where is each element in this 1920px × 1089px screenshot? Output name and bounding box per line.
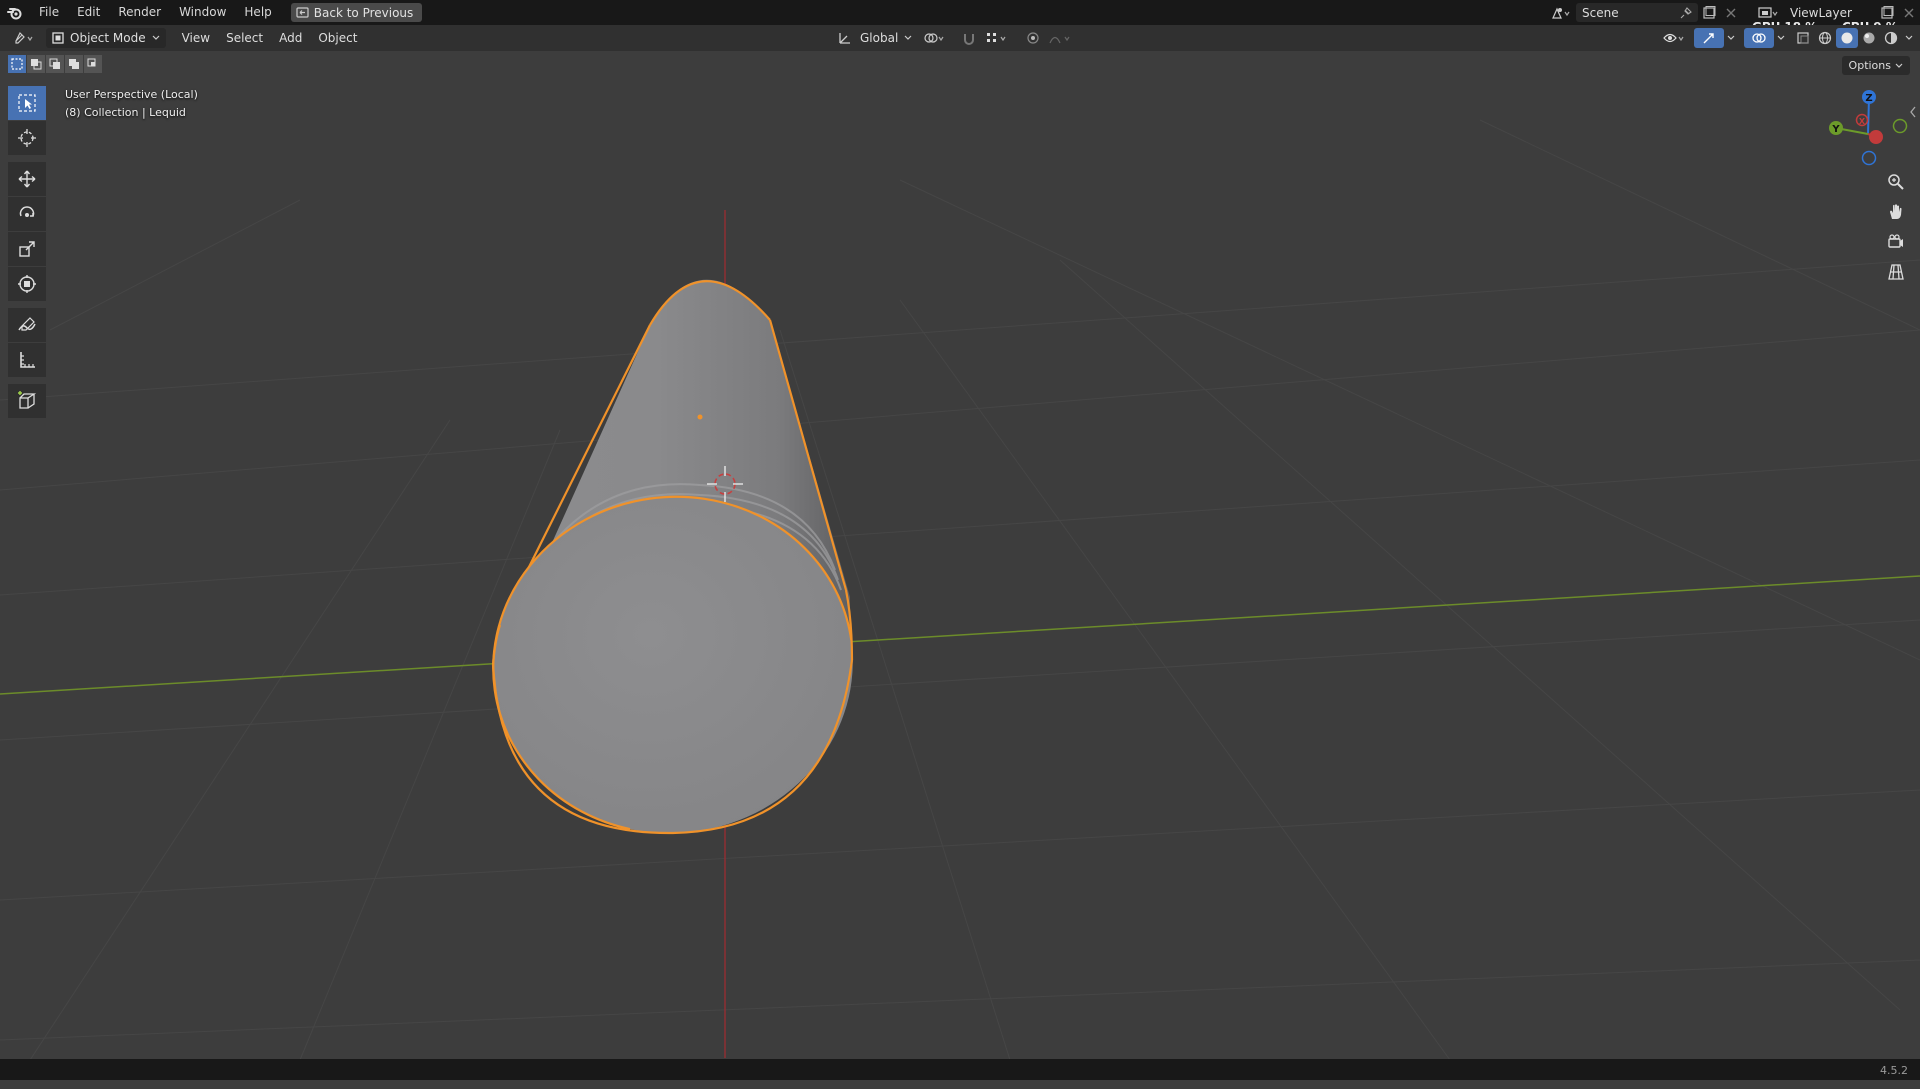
- shading-wireframe-icon[interactable]: [1814, 28, 1836, 48]
- shading-material-icon[interactable]: [1858, 28, 1880, 48]
- pin-icon[interactable]: [1680, 6, 1692, 19]
- xray-toggle-icon[interactable]: [1792, 28, 1814, 48]
- scale-tool-icon[interactable]: [8, 232, 46, 266]
- scene-selector-icon[interactable]: [1546, 3, 1576, 23]
- shading-solid-icon[interactable]: [1836, 28, 1858, 48]
- back-to-previous-button[interactable]: Back to Previous: [290, 3, 423, 22]
- proportional-editing-icon[interactable]: [1022, 28, 1044, 48]
- orientation-label: Global: [860, 31, 899, 45]
- select-subtract-icon[interactable]: [46, 55, 64, 73]
- add-cube-tool-icon[interactable]: [8, 384, 46, 418]
- cursor-tool-icon[interactable]: [8, 121, 46, 155]
- select-extend-icon[interactable]: [27, 55, 45, 73]
- scene-name: Scene: [1582, 5, 1619, 20]
- transform-tool-icon[interactable]: [8, 267, 46, 301]
- overlays-dropdown-icon[interactable]: [1774, 28, 1788, 48]
- camera-view-icon[interactable]: [1884, 230, 1908, 254]
- object-origin-dot: [697, 414, 703, 420]
- select-box-tool-icon[interactable]: [8, 86, 46, 120]
- menu-window[interactable]: Window: [170, 0, 235, 25]
- shading-dropdown-icon[interactable]: [1902, 28, 1916, 48]
- select-intersect-icon[interactable]: [84, 55, 102, 73]
- status-bar: 4.5.2: [0, 1059, 1920, 1080]
- move-tool-icon[interactable]: [8, 162, 46, 196]
- floor-grid: [0, 119, 1920, 1061]
- pan-view-hand-icon[interactable]: [1884, 200, 1908, 224]
- menu-render[interactable]: Render: [109, 0, 170, 25]
- mode-label: Object Mode: [70, 31, 146, 45]
- select-new-icon[interactable]: [8, 55, 26, 73]
- viewport-header: Object Mode View Select Add Object Globa…: [0, 25, 1920, 51]
- gizmo-y-label: Y: [1831, 124, 1840, 135]
- zoom-view-icon[interactable]: [1884, 170, 1908, 194]
- select-invert-icon[interactable]: [65, 55, 83, 73]
- header-menu-select[interactable]: Select: [220, 28, 269, 48]
- active-collection-label: (8) Collection | Lequid: [65, 106, 186, 119]
- screen-back-icon: [296, 7, 309, 18]
- top-menu-bar: File Edit Render Window Help Back to Pre…: [0, 0, 1920, 34]
- gizmo-x-icon[interactable]: [1869, 130, 1883, 144]
- transform-orientation-icon: [839, 33, 850, 44]
- gizmo-z-label: Z: [1865, 93, 1872, 104]
- header-menu-add[interactable]: Add: [273, 28, 308, 48]
- selection-mode-buttons: [8, 55, 102, 73]
- back-to-previous-label: Back to Previous: [313, 5, 414, 20]
- options-dropdown[interactable]: Options: [1841, 56, 1910, 75]
- chevron-down-icon: [904, 35, 912, 40]
- visibility-eye-icon[interactable]: [1660, 28, 1690, 48]
- transform-controls: Global: [838, 28, 1076, 48]
- blender-logo-icon[interactable]: [0, 0, 30, 25]
- viewport-scene[interactable]: [0, 51, 1920, 1089]
- sidebar-toggle-icon[interactable]: [1908, 104, 1918, 118]
- gizmo-neg-z-icon[interactable]: [1861, 150, 1877, 166]
- mode-selector[interactable]: Object Mode: [46, 28, 166, 48]
- measure-tool-icon[interactable]: [8, 343, 46, 377]
- delete-scene-icon[interactable]: [1720, 3, 1742, 23]
- shading-rendered-icon[interactable]: [1880, 28, 1902, 48]
- gizmo-neg-y-icon[interactable]: [1892, 118, 1908, 134]
- options-label: Options: [1848, 59, 1891, 72]
- editor-type-icon[interactable]: [6, 28, 46, 48]
- view-perspective-label: User Perspective (Local): [65, 88, 198, 101]
- header-menu-view[interactable]: View: [176, 28, 216, 48]
- annotate-tool-icon[interactable]: [8, 308, 46, 342]
- rotate-tool-icon[interactable]: [8, 197, 46, 231]
- tool-shelf: [8, 86, 48, 419]
- y-axis-line: [0, 575, 1920, 695]
- chevron-down-icon: [1895, 63, 1903, 68]
- pivot-point-icon[interactable]: [920, 28, 950, 48]
- snap-target-icon[interactable]: [982, 28, 1012, 48]
- object-mode-icon: [52, 32, 64, 44]
- navigation-gizmo[interactable]: Y Z X: [1818, 84, 1918, 174]
- menu-help[interactable]: Help: [235, 0, 280, 25]
- viewport-display-controls: [1660, 28, 1916, 48]
- gizmo-x-label: X: [1859, 117, 1866, 126]
- delete-view-layer-icon[interactable]: [1898, 3, 1920, 23]
- header-menu-object[interactable]: Object: [312, 28, 363, 48]
- perspective-ortho-toggle-icon[interactable]: [1884, 260, 1908, 284]
- orientation-dropdown[interactable]: Global: [854, 28, 918, 48]
- version-label: 4.5.2: [1880, 1064, 1908, 1077]
- new-scene-icon[interactable]: [1698, 3, 1720, 23]
- scene-name-field[interactable]: Scene: [1576, 3, 1698, 22]
- snap-toggle-icon[interactable]: [958, 28, 980, 48]
- viewport-info-overlay: User Perspective (Local) (8) Collection …: [65, 86, 198, 122]
- selected-cylinder-object[interactable]: [471, 279, 874, 857]
- view-layer-name: ViewLayer: [1790, 5, 1852, 20]
- overlays-toggle-icon[interactable]: [1744, 28, 1774, 48]
- menu-edit[interactable]: Edit: [68, 0, 109, 25]
- menu-file[interactable]: File: [30, 0, 68, 25]
- gizmo-dropdown-icon[interactable]: [1724, 28, 1738, 48]
- proportional-falloff-icon[interactable]: [1046, 28, 1076, 48]
- chevron-down-icon: [152, 35, 160, 40]
- gizmo-toggle-icon[interactable]: [1694, 28, 1724, 48]
